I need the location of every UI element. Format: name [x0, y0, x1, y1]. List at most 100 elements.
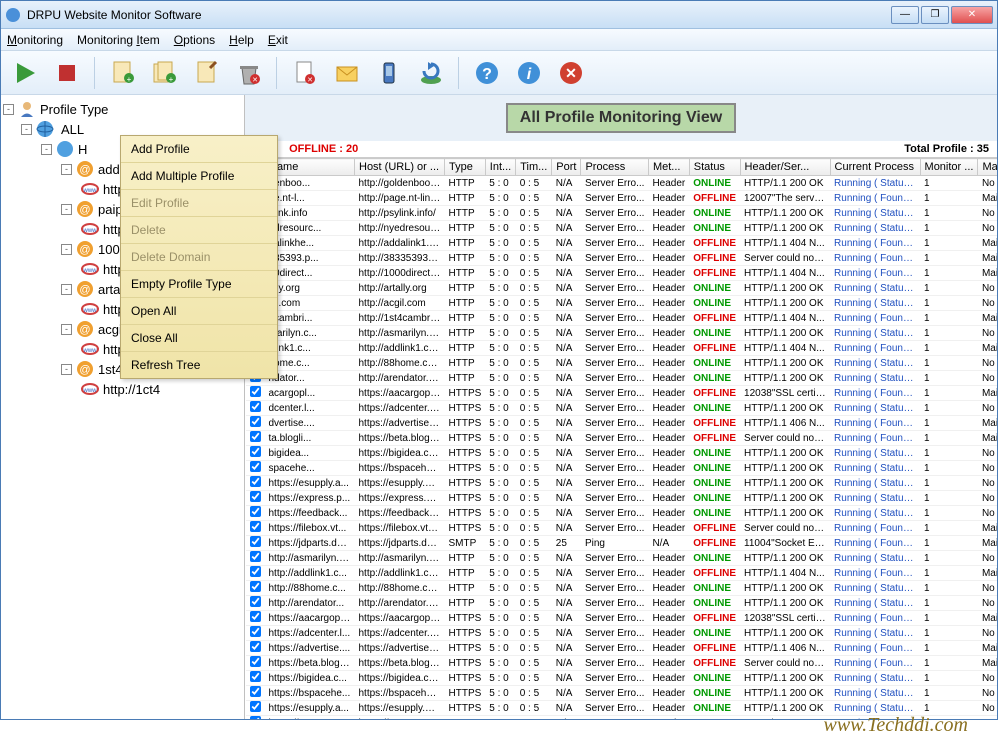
row-checkbox[interactable] — [250, 641, 261, 652]
row-checkbox[interactable] — [250, 521, 261, 532]
table-row[interactable]: https://aacargopl...https://aacargoplus.… — [246, 611, 998, 626]
table-row[interactable]: http://asmarilyn.c...http://asmarilyn.co… — [246, 551, 998, 566]
row-checkbox[interactable] — [250, 671, 261, 682]
help-button[interactable]: ? — [469, 55, 505, 91]
table-row[interactable]: http://88home.c...http://88home.co.ccHTT… — [246, 581, 998, 596]
expand-icon[interactable]: - — [41, 144, 52, 155]
row-checkbox[interactable] — [250, 536, 261, 547]
row-checkbox[interactable] — [250, 611, 261, 622]
delete-button[interactable]: ✕ — [231, 55, 267, 91]
ctx-add-profile[interactable]: Add Profile — [121, 136, 277, 163]
col-header[interactable]: Status — [689, 159, 740, 176]
table-row[interactable]: dlink1.c...http://addlink1.comHTTP5 : 00… — [246, 341, 998, 356]
row-checkbox[interactable] — [250, 416, 261, 427]
maximize-button[interactable]: ❐ — [921, 6, 949, 24]
add-multiple-button[interactable]: + — [147, 55, 183, 91]
titlebar[interactable]: DRPU Website Monitor Software — ❐ ✕ — [1, 1, 997, 29]
menu-monitoring[interactable]: Monitoring — [7, 33, 63, 47]
table-row[interactable]: marilyn.c...http://asmarilyn.comHTTP5 : … — [246, 326, 998, 341]
stop-button[interactable] — [49, 55, 85, 91]
profile-grid[interactable]: NameHost (URL) or ...TypeInt...Tim...Por… — [245, 158, 997, 719]
row-checkbox[interactable] — [250, 551, 261, 562]
table-row[interactable]: https://beta.blogli...https://beta.blogl… — [246, 656, 998, 671]
row-checkbox[interactable] — [250, 506, 261, 517]
row-checkbox[interactable] — [250, 461, 261, 472]
menu-monitoring-item[interactable]: Monitoring Item — [77, 33, 160, 47]
table-row[interactable]: home.c...http://88home.co.ccHTTP5 : 00 :… — [246, 356, 998, 371]
minimize-button[interactable]: — — [891, 6, 919, 24]
col-header[interactable]: Port — [552, 159, 581, 176]
table-row[interactable]: dalinkhe...http://addalink1.co...HTTP5 :… — [246, 236, 998, 251]
col-header[interactable]: Met... — [648, 159, 689, 176]
ctx-refresh-tree[interactable]: Refresh Tree — [121, 352, 277, 378]
row-checkbox[interactable] — [250, 386, 261, 397]
row-checkbox[interactable] — [250, 686, 261, 697]
col-header[interactable]: Name — [265, 159, 355, 176]
expand-icon[interactable]: - — [61, 244, 72, 255]
col-header[interactable]: Tim... — [516, 159, 552, 176]
menu-options[interactable]: Options — [174, 33, 215, 47]
table-row[interactable]: ge.nt-l...http://page.nt-line.ruHTTP5 : … — [246, 191, 998, 206]
row-checkbox[interactable] — [250, 476, 261, 487]
expand-icon[interactable]: - — [61, 284, 72, 295]
table-row[interactable]: spacehe...https://bspacehelp....HTTPS5 :… — [246, 461, 998, 476]
table-row[interactable]: 4cambri...http://1st4cambridg...HTTP5 : … — [246, 311, 998, 326]
menu-help[interactable]: Help — [229, 33, 254, 47]
col-header[interactable]: Current Process — [830, 159, 920, 176]
col-header[interactable]: Process — [581, 159, 648, 176]
row-checkbox[interactable] — [250, 716, 261, 719]
table-row[interactable]: ylink.infohttp://psylink.info/HTTP5 : 00… — [246, 206, 998, 221]
col-header[interactable]: Type — [445, 159, 486, 176]
device-button[interactable] — [371, 55, 407, 91]
table-row[interactable]: https://feedback...https://feedback.di..… — [246, 506, 998, 521]
row-checkbox[interactable] — [250, 581, 261, 592]
col-header[interactable]: Int... — [485, 159, 515, 176]
grid-header[interactable]: NameHost (URL) or ...TypeInt...Tim...Por… — [246, 159, 998, 176]
table-row[interactable]: 335393.p...http://38335393.pai...HTTP5 :… — [246, 251, 998, 266]
row-checkbox[interactable] — [250, 446, 261, 457]
col-header[interactable]: Mail Notification — [978, 159, 997, 176]
table-row[interactable]: bigidea...https://bigidea.comHTTPS5 : 00… — [246, 446, 998, 461]
document-delete-button[interactable]: ✕ — [287, 55, 323, 91]
play-button[interactable] — [7, 55, 43, 91]
row-checkbox[interactable] — [250, 656, 261, 667]
expand-icon[interactable]: - — [61, 364, 72, 375]
table-row[interactable]: gil.comhttp://acgil.comHTTP5 : 00 : 5N/A… — [246, 296, 998, 311]
table-row[interactable]: dcenter.l...https://adcenter.loo...HTTPS… — [246, 401, 998, 416]
table-row[interactable]: ndator...http://arendator.net...HTTP5 : … — [246, 371, 998, 386]
tree-domain[interactable]: wwwhttp://1ct4 — [1, 379, 244, 399]
col-header[interactable]: Monitor ... — [920, 159, 978, 176]
row-checkbox[interactable] — [250, 566, 261, 577]
expand-icon[interactable]: - — [3, 104, 14, 115]
ctx-close-all[interactable]: Close All — [121, 325, 277, 352]
table-row[interactable]: acargopl...https://aacargoplus...HTTPS5 … — [246, 386, 998, 401]
table-row[interactable]: 00direct...http://1000directori...HTTP5 … — [246, 266, 998, 281]
info-button[interactable]: i — [511, 55, 547, 91]
close-button[interactable]: ✕ — [951, 6, 993, 24]
expand-icon[interactable]: - — [61, 324, 72, 335]
refresh-button[interactable] — [413, 55, 449, 91]
col-header[interactable]: Host (URL) or ... — [355, 159, 445, 176]
ctx-open-all[interactable]: Open All — [121, 298, 277, 325]
tree-root[interactable]: - Profile Type — [1, 99, 244, 119]
row-checkbox[interactable] — [250, 431, 261, 442]
col-header[interactable]: Header/Ser... — [740, 159, 830, 176]
row-checkbox[interactable] — [250, 401, 261, 412]
row-checkbox[interactable] — [250, 701, 261, 712]
table-row[interactable]: https://adcenter.l...https://adcenter.lo… — [246, 626, 998, 641]
ctx-empty-profile-type[interactable]: Empty Profile Type — [121, 271, 277, 298]
table-row[interactable]: https://jdparts.de...https://jdparts.dee… — [246, 536, 998, 551]
table-row[interactable]: ta.blogli...https://beta.bloglive...HTTP… — [246, 431, 998, 446]
add-profile-button[interactable]: + — [105, 55, 141, 91]
table-row[interactable]: https://bigidea.c...https://bigidea.comH… — [246, 671, 998, 686]
table-row[interactable]: http://addlink1.c...http://addlink1.comH… — [246, 566, 998, 581]
row-checkbox[interactable] — [250, 626, 261, 637]
table-row[interactable]: https://advertise....https://advertise.l… — [246, 641, 998, 656]
table-row[interactable]: https://filebox.vt...https://filebox.vt.… — [246, 521, 998, 536]
row-checkbox[interactable] — [250, 491, 261, 502]
mail-button[interactable] — [329, 55, 365, 91]
edit-profile-button[interactable] — [189, 55, 225, 91]
table-row[interactable]: dvertise....https://advertise.lati...HTT… — [246, 416, 998, 431]
expand-icon[interactable]: - — [21, 124, 32, 135]
expand-icon[interactable]: - — [61, 204, 72, 215]
